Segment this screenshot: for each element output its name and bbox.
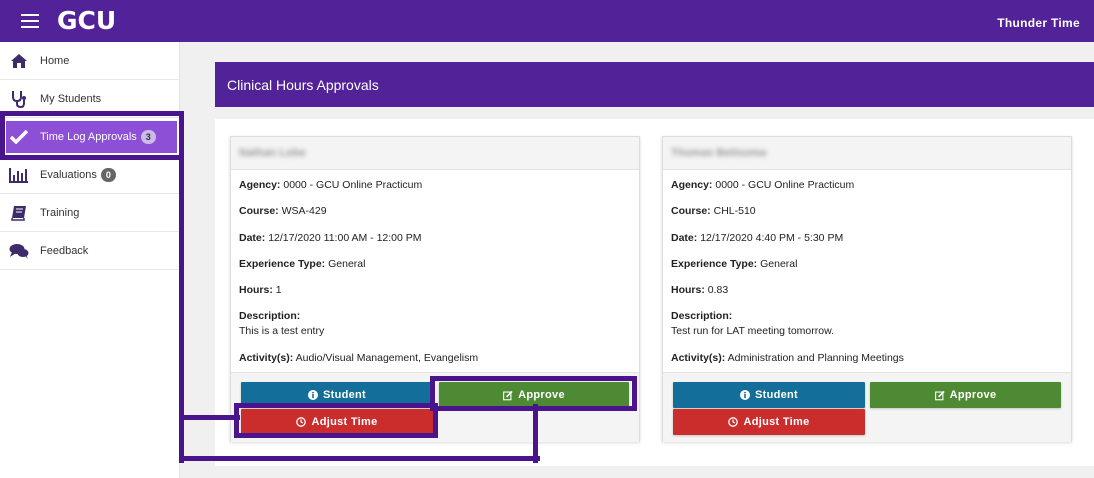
sidebar-item-label: Evaluations 0 bbox=[40, 167, 116, 182]
info-icon bbox=[739, 390, 750, 400]
check-icon bbox=[9, 127, 29, 147]
course-field: Course: CHL-510 bbox=[671, 205, 756, 217]
approve-button[interactable]: Approve bbox=[870, 382, 1061, 408]
adjust-time-button[interactable]: Adjust Time bbox=[241, 409, 433, 435]
description-text: Test run for LAT meeting tomorrow. bbox=[671, 325, 835, 337]
sidebar-item-label: Feedback bbox=[40, 244, 89, 257]
student-name: Nathan Lobe bbox=[239, 147, 306, 159]
sidebar-item-label: My Students bbox=[40, 92, 102, 105]
hamburger-menu-icon[interactable] bbox=[21, 14, 39, 28]
agency-field: Agency: 0000 - GCU Online Practicum bbox=[239, 179, 423, 191]
stethoscope-icon bbox=[9, 89, 29, 109]
clock-icon bbox=[296, 417, 307, 427]
adjust-time-button[interactable]: Adjust Time bbox=[673, 409, 865, 435]
sidebar-item-label: Home bbox=[40, 54, 70, 67]
sidebar-item-label: Time Log Approvals 3 bbox=[40, 130, 156, 144]
approval-card: Thomas Bettsoma Agency: 0000 - GCU Onlin… bbox=[662, 136, 1072, 442]
approvals-count-badge: 3 bbox=[140, 130, 156, 144]
sidebar: Home My Students Time Log Approvals 3 Eva… bbox=[0, 42, 180, 478]
date-field: Date: 12/17/2020 11:00 AM - 12:00 PM bbox=[239, 232, 422, 244]
app-title: Thunder Time bbox=[997, 16, 1080, 30]
sidebar-item-training[interactable]: Training bbox=[0, 194, 179, 232]
info-icon bbox=[307, 390, 318, 400]
comments-icon bbox=[9, 241, 29, 261]
approve-button[interactable]: Approve bbox=[439, 382, 629, 408]
course-field: Course: WSA-429 bbox=[239, 205, 327, 217]
card-actions: Student Approve Adjust Time bbox=[663, 372, 1071, 442]
approval-card: Nathan Lobe Agency: 0000 - GCU Online Pr… bbox=[230, 136, 640, 442]
description-label: Description: bbox=[671, 310, 733, 322]
student-button[interactable]: Student bbox=[241, 382, 433, 408]
sidebar-item-home[interactable]: Home bbox=[0, 42, 179, 80]
description-label: Description: bbox=[239, 310, 301, 322]
evaluations-count-badge: 0 bbox=[100, 167, 116, 182]
card-header: Nathan Lobe bbox=[231, 137, 639, 170]
edit-icon bbox=[934, 390, 945, 400]
page-title: Clinical Hours Approvals bbox=[227, 77, 379, 93]
sidebar-item-my-students[interactable]: My Students bbox=[0, 80, 179, 118]
activities-field: Activity(s): Administration and Planning… bbox=[671, 352, 904, 364]
student-button[interactable]: Student bbox=[673, 382, 865, 408]
sidebar-item-evaluations[interactable]: Evaluations 0 bbox=[0, 156, 179, 194]
edit-icon bbox=[503, 390, 513, 400]
card-header: Thomas Bettsoma bbox=[663, 137, 1071, 170]
page-header: Clinical Hours Approvals bbox=[215, 62, 1094, 107]
top-bar: GCU Thunder Time bbox=[0, 0, 1094, 42]
experience-type-field: Experience Type: General bbox=[671, 258, 798, 270]
student-name: Thomas Bettsoma bbox=[671, 147, 767, 159]
card-actions: Student Approve Adjust Time bbox=[231, 372, 639, 442]
gcu-logo[interactable]: GCU bbox=[57, 7, 116, 35]
clock-icon bbox=[728, 417, 739, 427]
description-text: This is a test entry bbox=[239, 325, 325, 337]
book-icon bbox=[9, 203, 29, 223]
agency-field: Agency: 0000 - GCU Online Practicum bbox=[671, 179, 855, 191]
date-field: Date: 12/17/2020 4:40 PM - 5:30 PM bbox=[671, 232, 844, 244]
hours-field: Hours: 0.83 bbox=[671, 284, 729, 296]
home-icon bbox=[9, 51, 29, 71]
experience-type-field: Experience Type: General bbox=[239, 258, 366, 270]
hours-field: Hours: 1 bbox=[239, 284, 282, 296]
sidebar-item-label: Training bbox=[40, 206, 80, 219]
bar-chart-icon bbox=[9, 165, 29, 185]
activities-field: Activity(s): Audio/Visual Management, Ev… bbox=[239, 352, 479, 364]
sidebar-item-time-log-approvals[interactable]: Time Log Approvals 3 bbox=[6, 121, 177, 153]
sidebar-item-feedback[interactable]: Feedback bbox=[0, 232, 179, 270]
